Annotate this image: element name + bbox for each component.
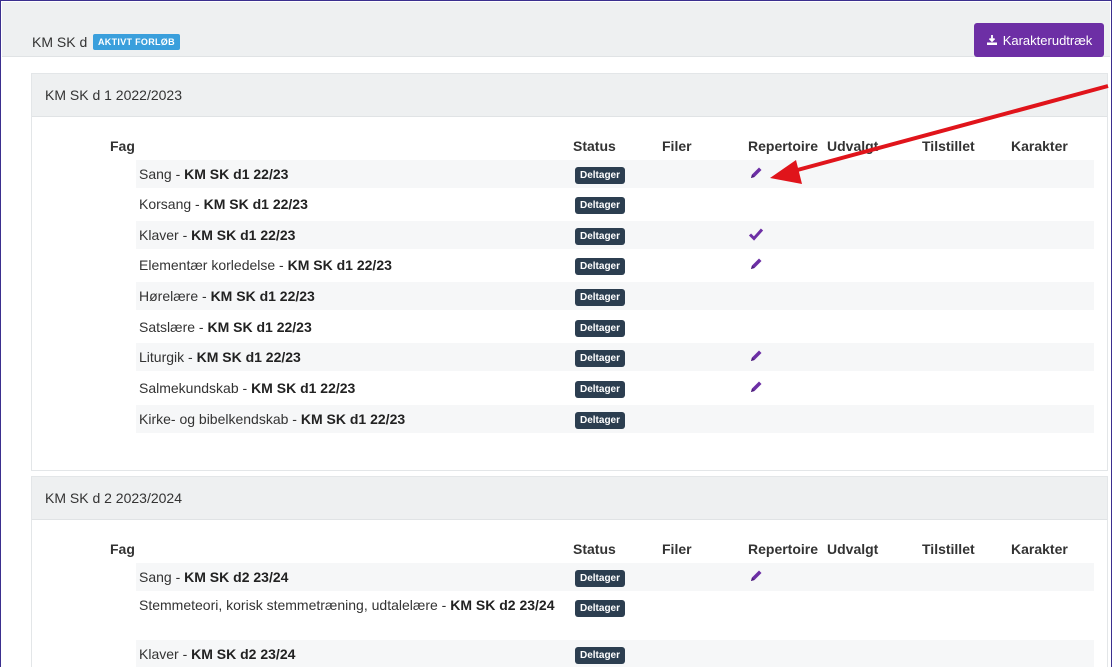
status-badge: Deltager [575,350,626,367]
subject-label: Stemmeteori, korisk stemmetræning, udtal… [139,597,451,613]
class-code: KM SK d1 22/23 [207,319,312,335]
subject-name: Klaver - KM SK d2 23/24 [139,646,295,662]
column-header-fag[interactable]: Fag [110,138,135,154]
table-row: Stemmeteori, korisk stemmetræning, udtal… [136,593,1094,637]
column-header-filer[interactable]: Filer [662,138,692,154]
column-header-status[interactable]: Status [573,138,616,154]
table-row: Korsang - KM SK d1 22/23 Deltager [136,190,1094,218]
active-course-badge: AKTIVT FORLØB [93,34,180,50]
table-row: Sang - KM SK d2 23/24 Deltager [136,563,1094,591]
status-badge: Deltager [575,197,626,214]
column-header-tilstillet[interactable]: Tilstillet [922,138,975,154]
class-code: KM SK d1 22/23 [210,288,315,304]
status-badge: Deltager [575,647,626,664]
column-header-status[interactable]: Status [573,541,616,557]
class-code: KM SK d1 22/23 [191,227,296,243]
column-header-karakter[interactable]: Karakter [1011,138,1068,154]
column-header-udvalgt[interactable]: Udvalgt [827,138,878,154]
period-panel: KM SK d 1 2022/2023 Fag Status Filer Repert… [31,73,1108,471]
pencil-icon[interactable] [748,256,764,272]
course-title: KM SK d [32,34,88,50]
class-code: KM SK d1 22/23 [196,349,301,365]
subject-name: Liturgik - KM SK d1 22/23 [139,349,301,365]
status-badge: Deltager [575,167,626,184]
download-icon [986,35,997,45]
class-code: KM SK d1 22/23 [203,196,308,212]
subject-name: Salmekundskab - KM SK d1 22/23 [139,380,355,396]
status-badge: Deltager [575,289,626,306]
pencil-icon[interactable] [748,165,764,181]
pencil-icon[interactable] [748,379,764,395]
pencil-icon[interactable] [748,568,764,584]
subject-label: Elementær korledelse - [139,257,288,273]
period-title: KM SK d 2 2023/2024 [32,477,1107,520]
subject-label: Salmekundskab - [139,380,252,396]
class-code: KM SK d1 22/23 [300,411,406,427]
check-icon [748,226,764,242]
course-frame: KM SK d AKTIVT FORLØB Karakterudtræk KM … [0,0,1112,667]
subject-label: Sang - [139,166,185,182]
table-row: Klaver - KM SK d1 22/23 Deltager [136,221,1094,249]
subject-name: Klaver - KM SK d1 22/23 [139,227,295,243]
subject-name: Kirke- og bibelkendskab - KM SK d1 22/23 [139,411,405,427]
period-title: KM SK d 1 2022/2023 [32,74,1107,117]
course-header-bar: KM SK d AKTIVT FORLØB [2,2,1110,57]
subject-label: Hørelære - [139,288,211,304]
column-header-udvalgt[interactable]: Udvalgt [827,541,878,557]
grade-export-label: Karakterudtræk [1002,32,1093,48]
subject-name: Elementær korledelse - KM SK d1 22/23 [139,257,392,273]
subject-name: Sang - KM SK d1 22/23 [139,166,288,182]
subject-name: Hørelære - KM SK d1 22/23 [139,288,315,304]
status-badge: Deltager [575,258,626,275]
subject-name: Satslære - KM SK d1 22/23 [139,319,312,335]
column-header-tilstillet[interactable]: Tilstillet [922,541,975,557]
subject-name: Korsang - KM SK d1 22/23 [139,196,308,212]
period-panel: KM SK d 2 2023/2024 Fag Status Filer Repert… [31,476,1108,667]
subject-label: Klaver - [139,646,192,662]
status-badge: Deltager [575,570,626,587]
subject-label: Klaver - [139,227,192,243]
table-row: Sang - KM SK d1 22/23 Deltager [136,160,1094,188]
status-badge: Deltager [575,600,626,617]
table-row: Klaver - KM SK d2 23/24 Deltager [136,640,1094,667]
column-header-karakter[interactable]: Karakter [1011,541,1068,557]
status-badge: Deltager [575,228,626,245]
column-header-repertoire[interactable]: Repertoire [748,541,818,557]
table-row: Liturgik - KM SK d1 22/23 Deltager [136,343,1094,371]
class-code: KM SK d2 23/24 [450,597,555,613]
grade-export-button[interactable]: Karakterudtræk [974,23,1104,57]
table-row: Kirke- og bibelkendskab - KM SK d1 22/23… [136,405,1094,433]
column-header-repertoire[interactable]: Repertoire [748,138,818,154]
subject-label: Liturgik - [139,349,197,365]
status-badge: Deltager [575,381,626,398]
table-row: Salmekundskab - KM SK d1 22/23 Deltager [136,374,1094,402]
subject-label: Korsang - [139,196,204,212]
column-header-filer[interactable]: Filer [662,541,692,557]
subject-name: Stemmeteori, korisk stemmetræning, udtal… [139,595,559,615]
column-header-fag[interactable]: Fag [110,541,135,557]
pencil-icon[interactable] [748,348,764,364]
status-badge: Deltager [575,320,626,337]
class-code: KM SK d1 22/23 [287,257,392,273]
class-code: KM SK d2 23/24 [184,569,289,585]
subject-label: Satslære - [139,319,208,335]
table-row: Elementær korledelse - KM SK d1 22/23 Del… [136,251,1094,279]
class-code: KM SK d2 23/24 [191,646,296,662]
class-code: KM SK d1 22/23 [184,166,289,182]
status-badge: Deltager [575,412,626,429]
subject-name: Sang - KM SK d2 23/24 [139,569,288,585]
subject-label: Sang - [139,569,185,585]
table-row: Hørelære - KM SK d1 22/23 Deltager [136,282,1094,310]
table-row: Satslære - KM SK d1 22/23 Deltager [136,313,1094,341]
class-code: KM SK d1 22/23 [251,380,356,396]
subject-label: Kirke- og bibelkendskab - [139,411,301,427]
